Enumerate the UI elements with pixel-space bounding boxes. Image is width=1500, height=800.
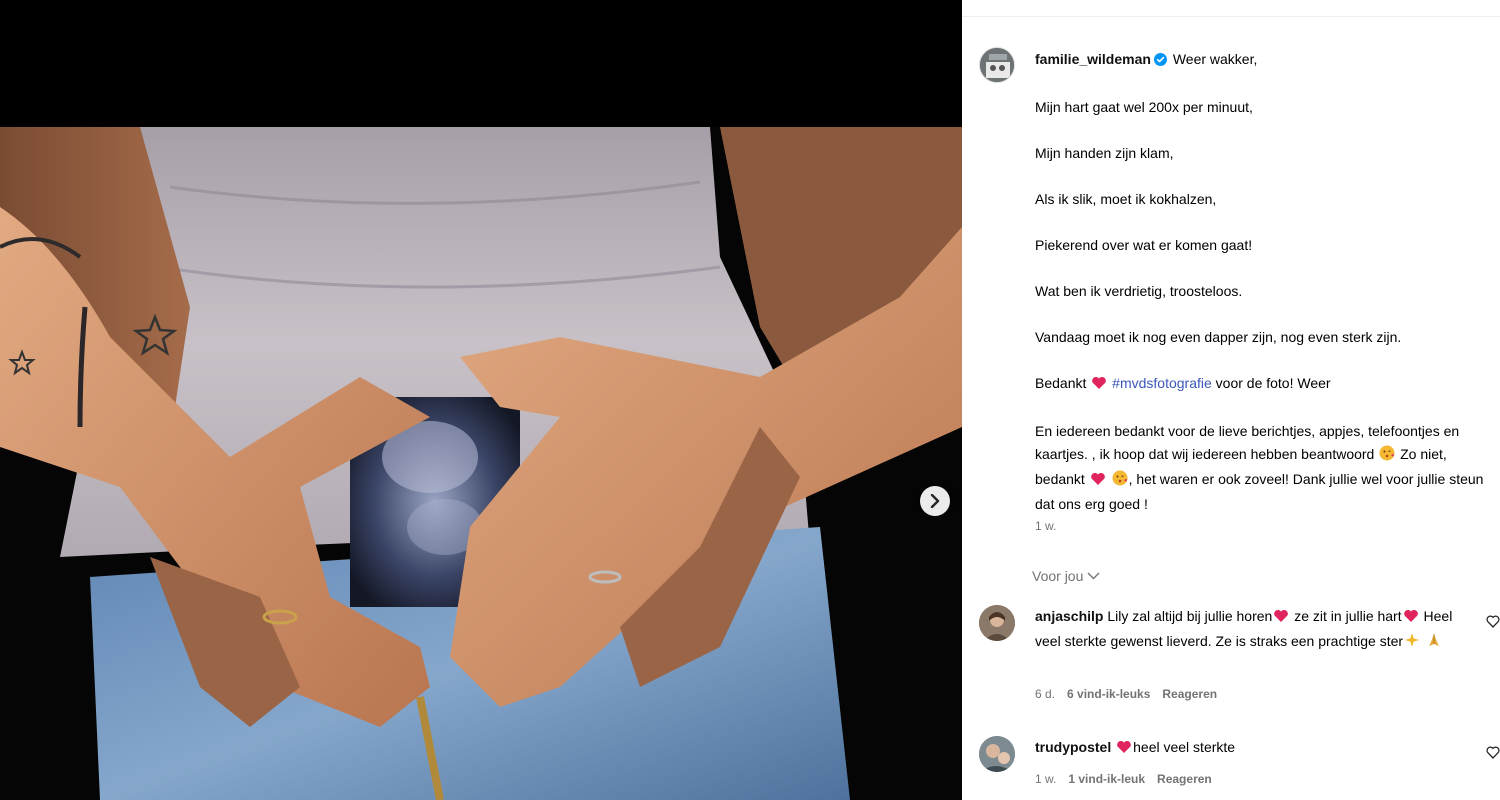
caption-text: voor de foto! Weer	[1215, 375, 1331, 391]
like-comment-button[interactable]	[1486, 615, 1500, 633]
comment-text: Lily zal altijd bij jullie horen	[1107, 608, 1273, 624]
comment-body: trudypostel heel veel sterkte	[1035, 736, 1470, 761]
avatar-image	[979, 605, 1015, 641]
kissing-face-emoji-icon	[1379, 445, 1395, 468]
praying-hands-emoji-icon	[1426, 632, 1442, 655]
comment-body: anjaschilp Lily zal altijd bij jullie ho…	[1035, 605, 1470, 655]
caption-line: Als ik slik, moet ik kokhalzen,	[1035, 191, 1217, 207]
post-photo	[0, 127, 962, 800]
heart-emoji-icon	[1116, 738, 1132, 761]
post-author-username[interactable]: familie_wildeman	[1035, 51, 1151, 67]
hashtag-link[interactable]: #mvdsfotografie	[1112, 375, 1212, 391]
verified-badge-icon	[1153, 50, 1167, 73]
comment-like-count[interactable]: 6 vind-ik-leuks	[1067, 687, 1150, 701]
comment-like-count[interactable]: 1 vind-ik-leuk	[1068, 772, 1145, 786]
commenter-username[interactable]: trudypostel	[1035, 739, 1111, 755]
caption-text: En iedereen bedankt voor de lieve berich…	[1035, 423, 1460, 462]
comment-text: ze zit in jullie hart	[1294, 608, 1402, 624]
comment-reply-button[interactable]: Reageren	[1157, 772, 1212, 786]
caption-line: Vandaag moet ik nog even dapper zijn, no…	[1035, 329, 1402, 345]
post-side-panel: familie_wildeman Weer wakker, Mijn hart …	[962, 0, 1500, 800]
commenter-avatar[interactable]	[979, 736, 1015, 772]
comment-timestamp[interactable]: 6 d.	[1035, 687, 1055, 701]
kissing-face-emoji-icon	[1112, 470, 1128, 493]
caption-line: Mijn hart gaat wel 200x per minuut,	[1035, 99, 1253, 115]
like-comment-button[interactable]	[1486, 746, 1500, 764]
comment-text: heel veel sterkte	[1133, 739, 1236, 755]
caption-text: Weer wakker,	[1172, 51, 1258, 67]
chevron-right-icon	[930, 494, 940, 508]
caption-line: Mijn handen zijn klam,	[1035, 145, 1174, 161]
comment-sort-dropdown[interactable]: Voor jou	[1032, 568, 1100, 584]
heart-emoji-icon	[1091, 374, 1107, 397]
heart-outline-icon	[1486, 746, 1500, 759]
next-image-button[interactable]	[920, 486, 950, 516]
post-timestamp[interactable]: 1 w.	[1035, 519, 1056, 533]
comment-timestamp[interactable]: 1 w.	[1035, 772, 1056, 786]
commenter-username[interactable]: anjaschilp	[1035, 608, 1103, 624]
sparkle-emoji-icon	[1404, 632, 1420, 655]
caption-line: Piekerend over wat er komen gaat!	[1035, 237, 1253, 253]
comment-meta: 6 d. 6 vind-ik-leuks Reageren	[1035, 687, 1217, 701]
heart-emoji-icon	[1403, 607, 1419, 630]
avatar-image	[980, 48, 1014, 82]
comment-item: trudypostel heel veel sterkte 1 w. 1 vin…	[962, 736, 1500, 800]
commenter-avatar[interactable]	[979, 605, 1015, 641]
heart-outline-icon	[1486, 615, 1500, 628]
comment-reply-button[interactable]: Reageren	[1162, 687, 1217, 701]
heart-emoji-icon	[1273, 607, 1289, 630]
caption-line: Wat ben ik verdrietig, troosteloos.	[1035, 283, 1243, 299]
comment-sort-label: Voor jou	[1032, 568, 1084, 584]
caption-text: Bedankt	[1035, 375, 1087, 391]
comment-meta: 1 w. 1 vind-ik-leuk Reageren	[1035, 772, 1212, 786]
post-caption: familie_wildeman Weer wakker, Mijn hart …	[1035, 48, 1490, 516]
heart-emoji-icon	[1090, 470, 1106, 493]
post-author-avatar[interactable]	[979, 47, 1015, 83]
chevron-down-icon	[1087, 572, 1100, 580]
divider	[962, 16, 1500, 17]
comment-item: anjaschilp Lily zal altijd bij jullie ho…	[962, 605, 1500, 705]
post-media	[0, 0, 962, 800]
avatar-image	[979, 736, 1015, 772]
